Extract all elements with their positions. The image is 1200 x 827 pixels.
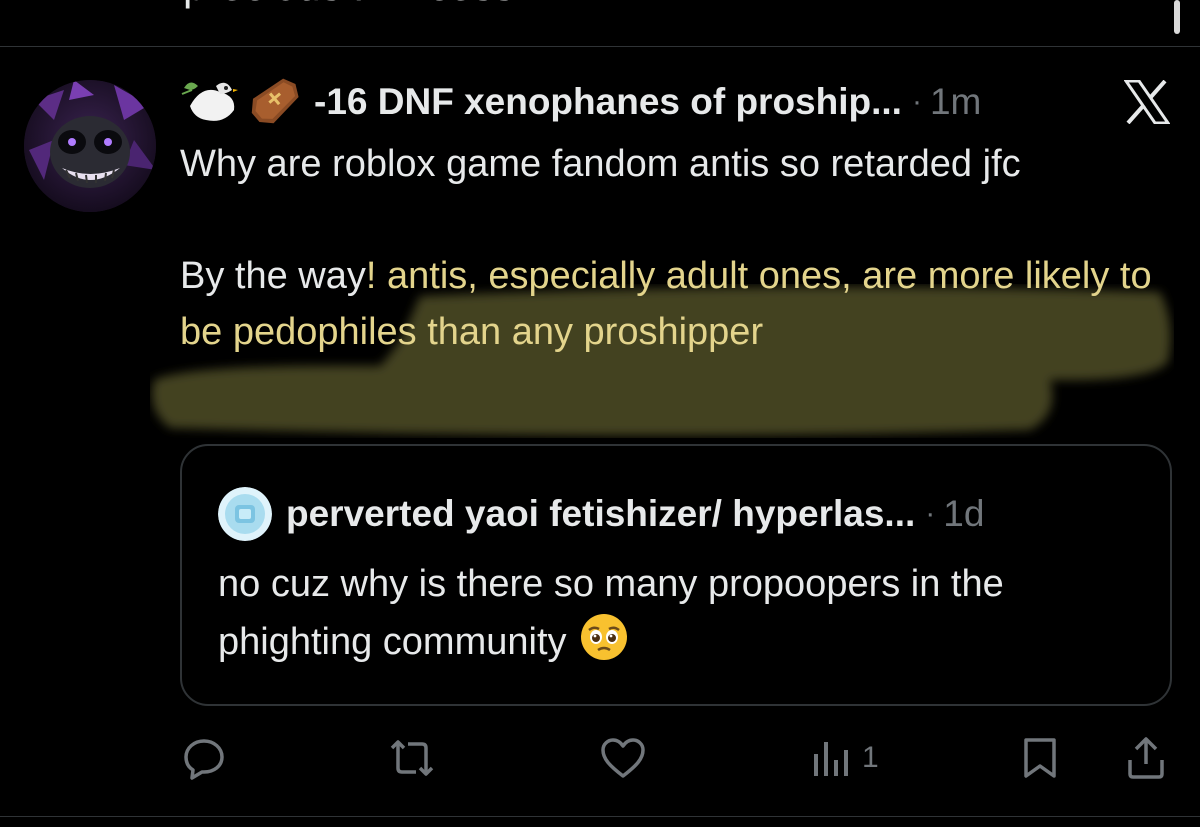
post-text-line2: By the way! antis, especially adult ones… [180,248,1180,360]
quoted-post-timestamp[interactable]: 1d [943,493,984,535]
quoted-author-display-name[interactable]: perverted yaoi fetishizer/ hyperlas... [286,493,915,535]
post-divider [0,46,1200,47]
x-logo-icon [1123,79,1171,125]
post-text-plain: By the way [180,255,366,297]
repost-button[interactable] [386,730,438,786]
quoted-author-avatar[interactable] [218,487,272,541]
post-body: Why are roblox game fandom antis so reta… [180,136,1180,360]
dove-icon [180,76,240,128]
share-button[interactable] [1122,730,1170,786]
pleading-face-icon [579,612,629,662]
views-button[interactable]: 1 [810,730,879,786]
like-button[interactable] [598,730,648,786]
views-count: 1 [862,741,879,774]
coffin-icon [244,76,304,128]
post-header: -16 DNF xenophanes of proship... · 1m [180,74,981,130]
reply-button[interactable] [180,730,228,786]
reply-icon [180,734,228,782]
post-timestamp[interactable]: 1m [930,81,981,123]
views-icon [810,734,854,782]
previous-post-text: precious Princess! [183,0,526,10]
heart-icon [598,734,648,782]
quoted-post-card[interactable]: perverted yaoi fetishizer/ hyperlas... ·… [180,444,1172,706]
post-text-line1: Why are roblox game fandom antis so reta… [180,143,1021,185]
quoted-post-body: no cuz why is there so many propoopers i… [218,556,1148,670]
share-icon [1122,734,1170,782]
post-divider [0,816,1200,817]
author-avatar[interactable] [24,80,156,212]
separator-dot: · [911,85,922,118]
separator-dot: · [925,497,936,530]
quoted-post-header: perverted yaoi fetishizer/ hyperlas... ·… [218,486,984,542]
bookmark-button[interactable] [1020,730,1060,786]
bookmark-icon [1020,734,1060,782]
author-display-name[interactable]: -16 DNF xenophanes of proship... [314,81,902,123]
scrollbar-thumb[interactable] [1174,0,1180,34]
repost-icon [386,734,438,782]
post-action-bar: 1 [0,730,1200,786]
